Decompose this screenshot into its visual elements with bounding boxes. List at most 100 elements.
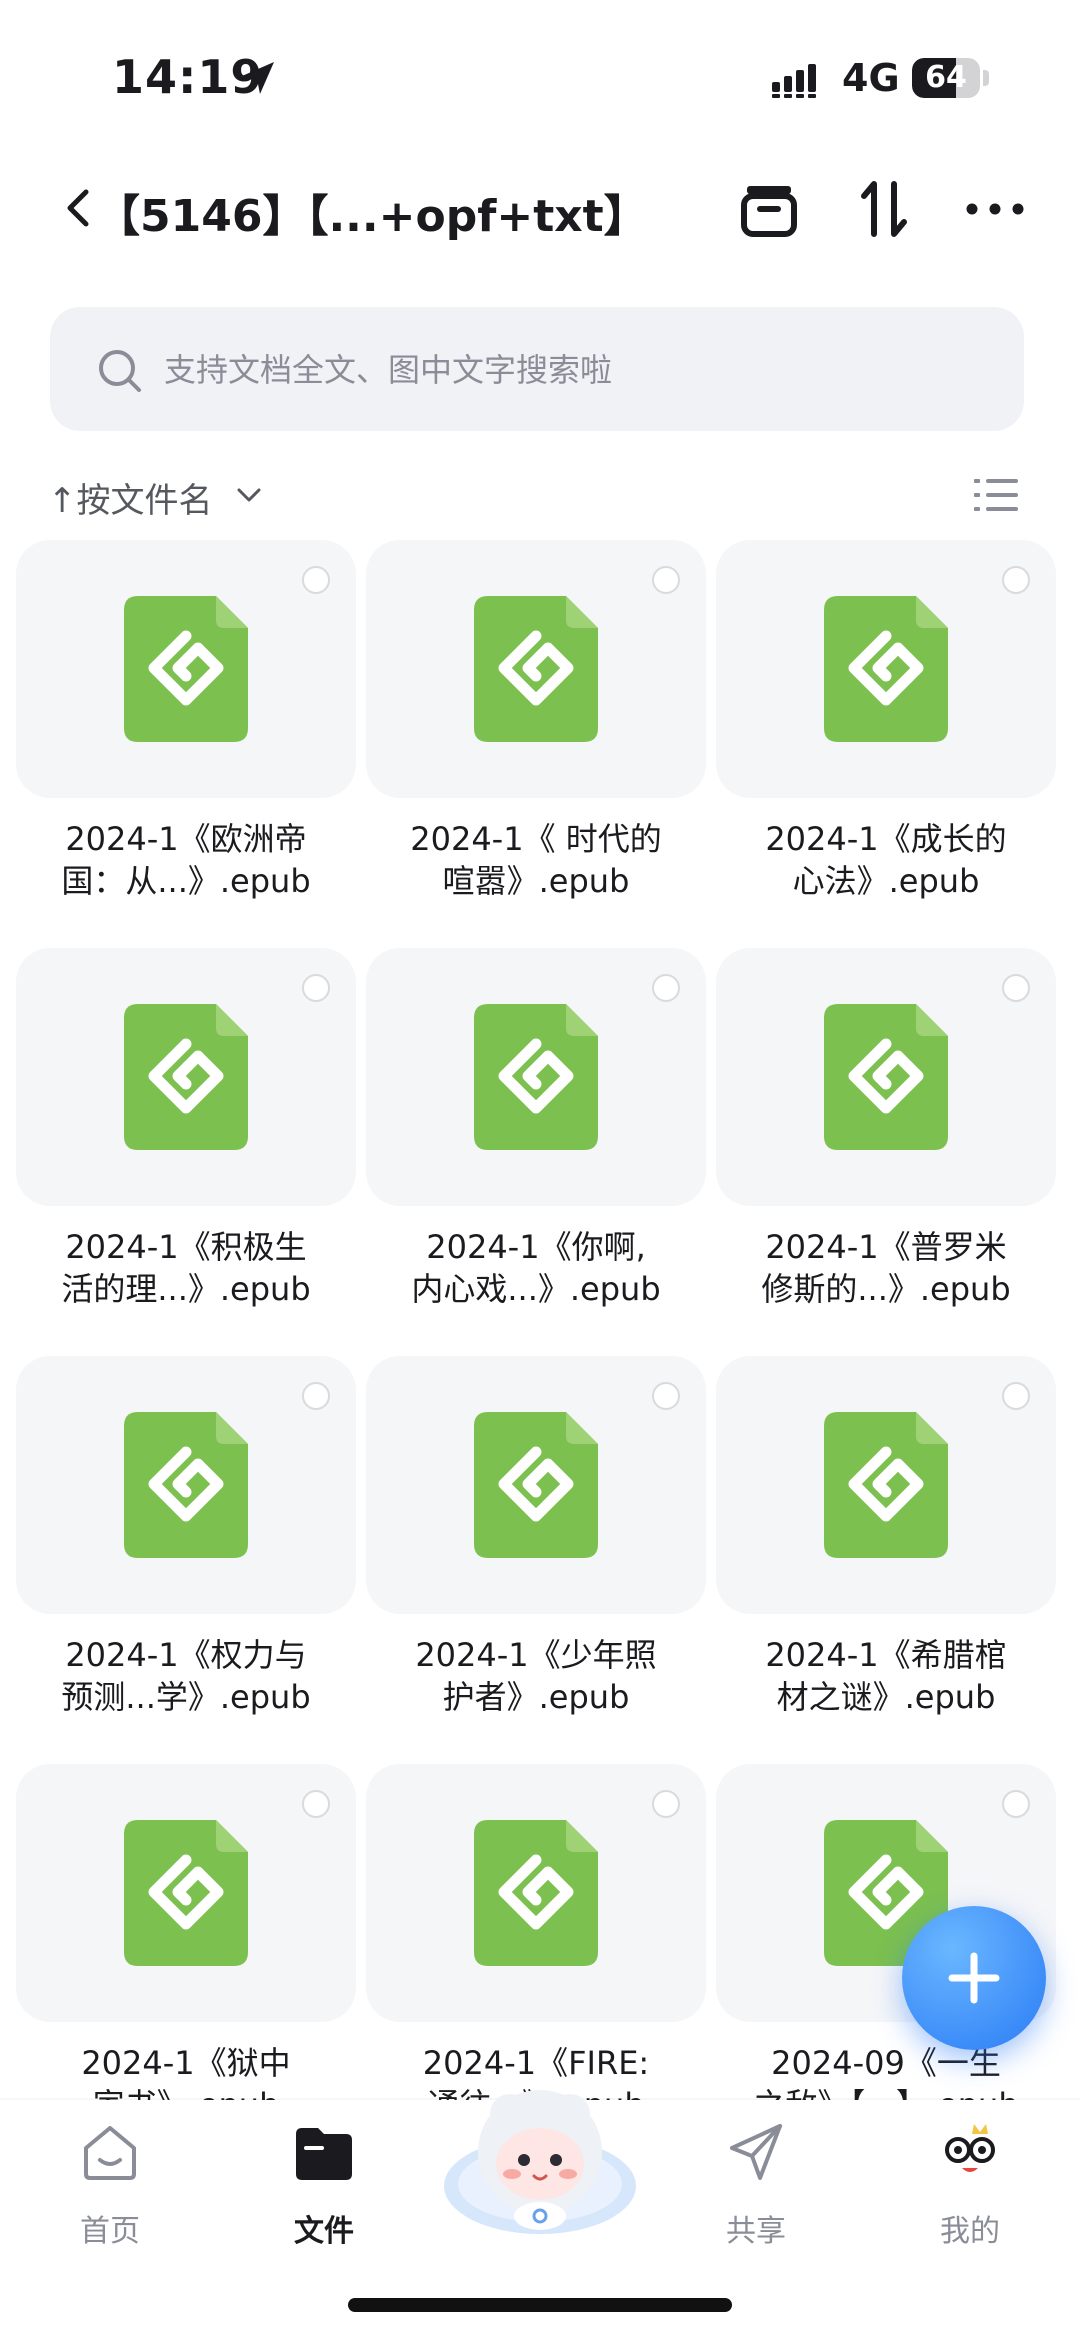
file-name-line2: 国：从...》.epub — [61, 862, 311, 900]
file-name: 2024-1《希腊棺 材之谜》.epub — [716, 1634, 1056, 1718]
file-name-line2: 护者》.epub — [442, 1678, 630, 1716]
chevron-down-icon[interactable] — [236, 485, 262, 505]
file-thumbnail[interactable] — [716, 948, 1056, 1206]
add-button[interactable] — [902, 1906, 1046, 2050]
file-name-line2: 修斯的...》.epub — [761, 1270, 1011, 1308]
tab-home-label: 首页 — [80, 2214, 140, 2249]
select-radio[interactable] — [1002, 974, 1030, 1002]
select-radio[interactable] — [302, 1790, 330, 1818]
file-name-line1: 2024-1《希腊棺 — [765, 1636, 1007, 1674]
file-thumbnail[interactable] — [16, 540, 356, 798]
file-name: 2024-1《积极生 活的理...》.epub — [16, 1226, 356, 1310]
file-name-line1: 2024-09《一生 — [771, 2044, 1001, 2082]
tab-home[interactable]: 首页 — [40, 2120, 180, 2249]
assistant-mascot-icon[interactable] — [440, 2066, 640, 2236]
file-name-line1: 2024-1《欧洲帝 — [65, 820, 307, 858]
tab-share[interactable]: 共享 — [686, 2120, 826, 2249]
share-send-icon — [730, 2124, 782, 2180]
list-view-icon[interactable] — [974, 475, 1018, 515]
archive-icon[interactable] — [734, 174, 804, 244]
file-tile[interactable]: 2024-1《你啊, 内心戏...》.epub — [366, 948, 722, 1356]
file-tile[interactable]: 2024-1《普罗米 修斯的...》.epub — [716, 948, 1072, 1356]
epub-file-icon — [474, 596, 598, 742]
sort-by-filename-button[interactable]: ↑按文件名 — [48, 473, 213, 522]
search-bar[interactable] — [50, 307, 1024, 433]
select-radio[interactable] — [652, 1790, 680, 1818]
select-radio[interactable] — [302, 1382, 330, 1410]
home-indicator — [348, 2298, 732, 2312]
select-radio[interactable] — [302, 566, 330, 594]
file-name: 2024-1《权力与 预测...学》.epub — [16, 1634, 356, 1718]
file-name: 2024-1《普罗米 修斯的...》.epub — [716, 1226, 1056, 1310]
search-icon — [99, 350, 141, 392]
epub-file-icon — [474, 1820, 598, 1966]
select-radio[interactable] — [302, 974, 330, 1002]
tab-mine[interactable]: 我的 — [900, 2120, 1040, 2249]
file-grid: 2024-1《欧洲帝 国：从...》.epub 2024-1《 时代的 喧嚣》.epu… — [0, 540, 1080, 2100]
sort-order-icon[interactable] — [850, 174, 920, 244]
file-thumbnail[interactable] — [16, 1764, 356, 2022]
file-name-line1: 2024-1《少年照 — [415, 1636, 657, 1674]
battery-percent: 64 — [925, 60, 967, 95]
select-radio[interactable] — [1002, 1382, 1030, 1410]
epub-file-icon — [474, 1412, 598, 1558]
file-thumbnail[interactable] — [366, 1356, 706, 1614]
file-thumbnail[interactable] — [16, 1356, 356, 1614]
tab-share-label: 共享 — [726, 2214, 786, 2249]
file-name: 2024-09《一生之敌》【...】.epub — [716, 2042, 1056, 2100]
status-bar: 14:19 4G 64 — [0, 0, 1080, 150]
file-tile[interactable]: 2024-1《 时代的 喧嚣》.epub — [366, 540, 722, 948]
file-name-line1: 2024-1《成长的 — [765, 820, 1007, 858]
file-thumbnail[interactable] — [366, 540, 706, 798]
file-thumbnail[interactable] — [16, 948, 356, 1206]
search-input[interactable] — [162, 307, 986, 433]
epub-file-icon — [124, 596, 248, 742]
file-thumbnail[interactable] — [716, 540, 1056, 798]
tab-mine-label: 我的 — [940, 2214, 1000, 2249]
epub-file-icon — [124, 1820, 248, 1966]
file-name-line2: 预测...学》.epub — [61, 1678, 311, 1716]
back-chevron-icon[interactable] — [58, 178, 98, 238]
file-tile[interactable]: 2024-1《权力与 预测...学》.epub — [16, 1356, 372, 1764]
file-tile[interactable]: 2024-1《狱中家书》.epub — [16, 1764, 372, 2100]
epub-file-icon — [824, 1004, 948, 1150]
file-name-line1: 2024-1《你啊, — [426, 1228, 646, 1266]
epub-file-icon — [824, 596, 948, 742]
file-name: 2024-1《 时代的 喧嚣》.epub — [366, 818, 706, 902]
tab-files-label: 文件 — [294, 2214, 354, 2249]
tab-files[interactable]: 文件 — [254, 2120, 394, 2249]
file-tile[interactable]: 2024-1《少年照 护者》.epub — [366, 1356, 722, 1764]
file-thumbnail[interactable] — [366, 1764, 706, 2022]
signal-icon — [772, 64, 816, 98]
file-name: 2024-1《成长的 心法》.epub — [716, 818, 1056, 902]
file-name-line1: 2024-1《 时代的 — [410, 820, 662, 858]
file-tile[interactable]: 2024-1《欧洲帝 国：从...》.epub — [16, 540, 372, 948]
file-tile[interactable]: 2024-1《FIRE:通往...》.epub — [366, 1764, 722, 2100]
home-icon — [84, 2126, 136, 2180]
more-icon[interactable] — [960, 174, 1030, 244]
file-name-line2: 心法》.epub — [792, 862, 980, 900]
file-name: 2024-1《欧洲帝 国：从...》.epub — [16, 818, 356, 902]
folder-title: 【5146】【...+opf+txt】 — [96, 191, 648, 242]
file-name-line2: 内心戏...》.epub — [411, 1270, 661, 1308]
epub-file-icon — [124, 1004, 248, 1150]
file-name-line1: 2024-1《普罗米 — [765, 1228, 1007, 1266]
select-radio[interactable] — [1002, 1790, 1030, 1818]
file-tile[interactable]: 2024-1《积极生 活的理...》.epub — [16, 948, 372, 1356]
file-thumbnail[interactable] — [366, 948, 706, 1206]
file-tile[interactable]: 2024-1《成长的 心法》.epub — [716, 540, 1072, 948]
file-tile[interactable]: 2024-1《希腊棺 材之谜》.epub — [716, 1356, 1072, 1764]
select-radio[interactable] — [652, 1382, 680, 1410]
plus-icon — [948, 1952, 1000, 2004]
file-name-line1: 2024-1《狱中 — [81, 2044, 291, 2082]
select-radio[interactable] — [652, 974, 680, 1002]
epub-file-icon — [474, 1004, 598, 1150]
file-name-line2: 家书》.epub — [16, 2084, 356, 2100]
battery-indicator: 64 — [912, 58, 980, 98]
select-radio[interactable] — [1002, 566, 1030, 594]
sort-row: ↑按文件名 — [0, 465, 1080, 525]
network-type: 4G — [842, 56, 900, 100]
epub-file-icon — [824, 1412, 948, 1558]
file-thumbnail[interactable] — [716, 1356, 1056, 1614]
select-radio[interactable] — [652, 566, 680, 594]
